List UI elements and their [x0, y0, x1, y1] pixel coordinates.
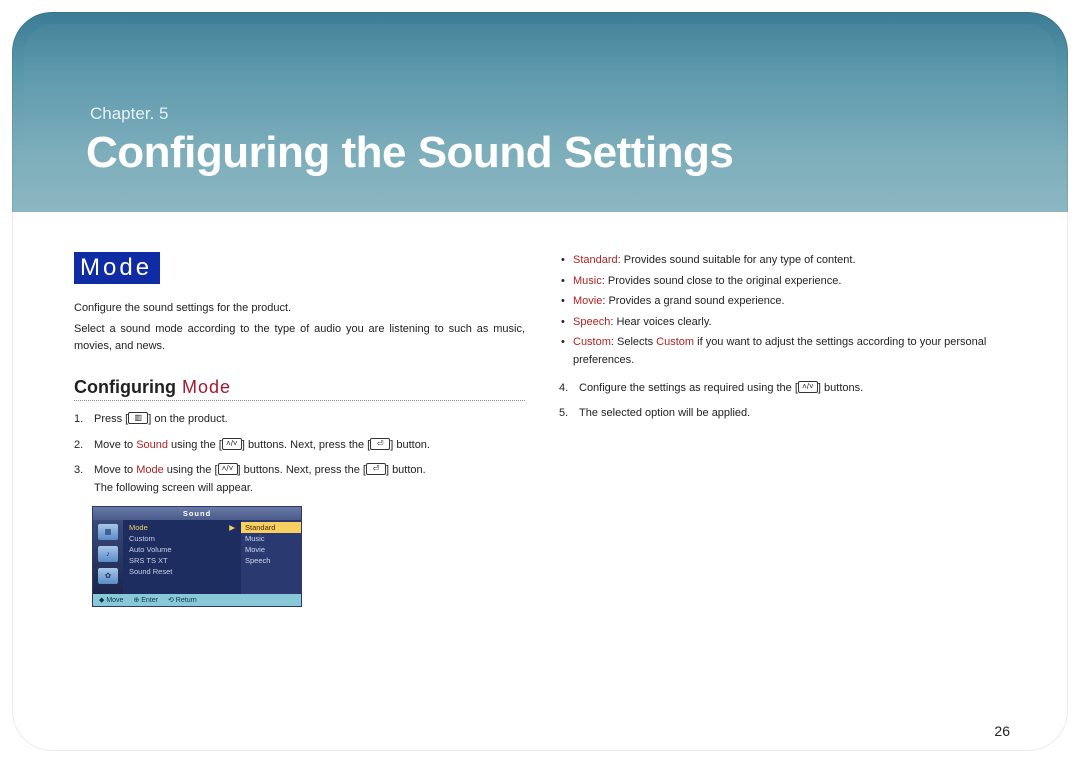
- subheading: Configuring Mode: [74, 377, 525, 401]
- step-2: Move to Sound using the [˄/˅] buttons. N…: [74, 437, 525, 455]
- enter-button-icon: ⏎: [370, 438, 390, 450]
- intro-text-2: Select a sound mode according to the typ…: [74, 321, 525, 355]
- right-column: Standard: Provides sound suitable for an…: [559, 252, 1010, 713]
- osd-menu-item-custom: Custom: [123, 533, 241, 544]
- chapter-title: Configuring the Sound Settings: [86, 128, 733, 178]
- mode-option-music: Music: Provides sound close to the origi…: [559, 273, 1010, 291]
- intro-text-1: Configure the sound settings for the pro…: [74, 300, 525, 317]
- section-badge-mode: Mode: [74, 252, 160, 284]
- osd-title: Sound: [93, 507, 301, 520]
- osd-menu: Mode▶ Custom Auto Volume SRS TS XT Sound…: [123, 520, 241, 594]
- mode-option-standard: Standard: Provides sound suitable for an…: [559, 252, 1010, 270]
- sound-icon: ♪: [98, 546, 118, 562]
- osd-submenu: Standard Music Movie Speech: [241, 520, 301, 594]
- steps-list-continued: Configure the settings as required using…: [559, 380, 1010, 423]
- osd-menu-item-reset: Sound Reset: [123, 566, 241, 577]
- keyword-sound: Sound: [136, 439, 168, 451]
- osd-menu-item-mode: Mode▶: [123, 522, 241, 533]
- osd-menu-item-autovolume: Auto Volume: [123, 544, 241, 555]
- keyword-mode: Mode: [136, 464, 164, 476]
- osd-sub-music: Music: [241, 533, 301, 544]
- updown-button-icon: ˄/˅: [798, 381, 818, 393]
- picture-icon: ▦: [98, 524, 118, 540]
- osd-sub-movie: Movie: [241, 544, 301, 555]
- content-area: Mode Configure the sound settings for th…: [74, 252, 1010, 713]
- updown-button-icon: ˄/˅: [222, 438, 242, 450]
- step-5: The selected option will be applied.: [559, 405, 1010, 423]
- mode-option-movie: Movie: Provides a grand sound experience…: [559, 293, 1010, 311]
- osd-sub-standard: Standard: [241, 522, 301, 533]
- left-column: Mode Configure the sound settings for th…: [74, 252, 525, 713]
- mode-option-speech: Speech: Hear voices clearly.: [559, 314, 1010, 332]
- step-3: Move to Mode using the [˄/˅] buttons. Ne…: [74, 462, 525, 497]
- enter-button-icon: ⏎: [366, 463, 386, 475]
- setup-icon: ✿: [98, 568, 118, 584]
- menu-button-icon: ▥: [128, 412, 148, 424]
- page-number: 26: [994, 723, 1010, 739]
- step-1: Press [▥] on the product.: [74, 411, 525, 429]
- updown-button-icon: ˄/˅: [218, 463, 238, 475]
- osd-screenshot: Sound ▦ ♪ ✿ Mode▶ Custom Auto Volume SRS…: [92, 506, 302, 607]
- osd-sidebar: ▦ ♪ ✿: [93, 520, 123, 594]
- osd-menu-item-srs: SRS TS XT: [123, 555, 241, 566]
- subheading-word-2: Mode: [182, 377, 231, 398]
- osd-sub-speech: Speech: [241, 555, 301, 566]
- mode-option-custom: Custom: Selects Custom if you want to ad…: [559, 334, 1010, 369]
- subheading-word-1: Configuring: [74, 377, 176, 398]
- chapter-header-banner: Chapter. 5 Configuring the Sound Setting…: [12, 12, 1068, 212]
- step-4: Configure the settings as required using…: [559, 380, 1010, 398]
- mode-options-list: Standard: Provides sound suitable for an…: [559, 252, 1010, 370]
- osd-footer: ◆ Move ⊕ Enter ⟲ Return: [93, 594, 301, 606]
- chapter-label: Chapter. 5: [90, 104, 168, 124]
- steps-list: Press [▥] on the product. Move to Sound …: [74, 411, 525, 497]
